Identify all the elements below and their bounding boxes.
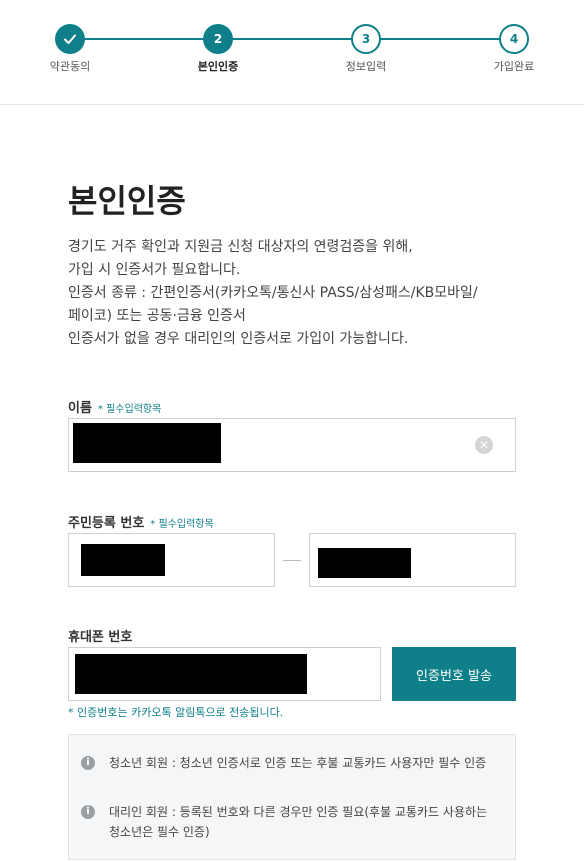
step-1-label: 약관동의 <box>49 60 91 73</box>
name-required-note: * 필수입력항목 <box>97 404 162 415</box>
step-2-label: 본인인증 <box>197 60 239 73</box>
notice-item: i 대리인 회원 : 등록된 번호와 다른 경우만 인증 필요(후불 교통카드 … <box>81 802 501 842</box>
clear-icon[interactable]: ✕ <box>475 436 493 454</box>
step-4-circle: 4 <box>499 24 529 54</box>
phone-label: 휴대폰 번호 <box>68 630 133 645</box>
step-3-circle: 3 <box>351 24 381 54</box>
stepper-line <box>70 38 514 40</box>
step-1-circle <box>55 24 85 54</box>
description-line: 경기도 거주 확인과 지원금 신청 대상자의 연령검증을 위해, <box>68 239 413 255</box>
name-value-redacted <box>73 423 221 463</box>
rrn-front-input[interactable] <box>68 533 275 587</box>
name-input[interactable]: ✕ <box>68 418 516 472</box>
send-code-button[interactable]: 인증번호 발송 <box>392 647 516 701</box>
rrn-required-note: * 필수입력항목 <box>150 519 214 530</box>
info-icon: i <box>81 756 95 770</box>
code-hint: * 인증번호는 카카오톡 알림톡으로 전송됩니다. <box>68 706 284 719</box>
rrn-back-redacted <box>318 548 411 578</box>
name-label-text: 이름 <box>68 401 92 416</box>
page-title: 본인인증 <box>68 182 186 220</box>
rrn-front-redacted <box>81 544 165 576</box>
description-line: 인증서 종류 : 간편인증서(카카오톡/통신사 PASS/삼성패스/KB모바일/ <box>68 285 478 301</box>
notice-item: i 청소년 회원 : 청소년 인증서로 인증 또는 후불 교통카드 사용자만 필… <box>81 753 501 773</box>
notice-text: 대리인 회원 : 등록된 번호와 다른 경우만 인증 필요(후불 교통카드 사용… <box>109 805 488 839</box>
step-3-label: 정보입력 <box>345 60 387 73</box>
description-line: 인증서가 없을 경우 대리인의 인증서로 가입이 가능합니다. <box>68 331 409 347</box>
rrn-label-text: 주민등록 번호 <box>68 516 145 531</box>
progress-stepper: 2 3 4 약관동의 본인인증 정보입력 가입완료 <box>0 0 584 105</box>
step-4-label: 가입완료 <box>493 60 535 73</box>
notice-box: i 청소년 회원 : 청소년 인증서로 인증 또는 후불 교통카드 사용자만 필… <box>68 734 516 860</box>
info-icon: i <box>81 805 95 819</box>
rrn-separator <box>283 560 301 561</box>
phone-input[interactable] <box>68 647 381 701</box>
description-line: 페이코) 또는 공동·금융 인증서 <box>68 308 246 324</box>
check-icon <box>64 34 76 44</box>
rrn-label: 주민등록 번호 * 필수입력항목 <box>68 512 214 531</box>
description: 경기도 거주 확인과 지원금 신청 대상자의 연령검증을 위해, 가입 시 인증… <box>68 236 528 351</box>
description-line: 가입 시 인증서가 필요합니다. <box>68 262 241 278</box>
phone-value-redacted <box>75 654 307 694</box>
notice-text: 청소년 회원 : 청소년 인증서로 인증 또는 후불 교통카드 사용자만 필수 … <box>109 756 487 770</box>
step-2-circle: 2 <box>203 24 233 54</box>
rrn-back-input[interactable] <box>309 533 516 587</box>
name-label: 이름 * 필수입력항목 <box>68 397 161 416</box>
